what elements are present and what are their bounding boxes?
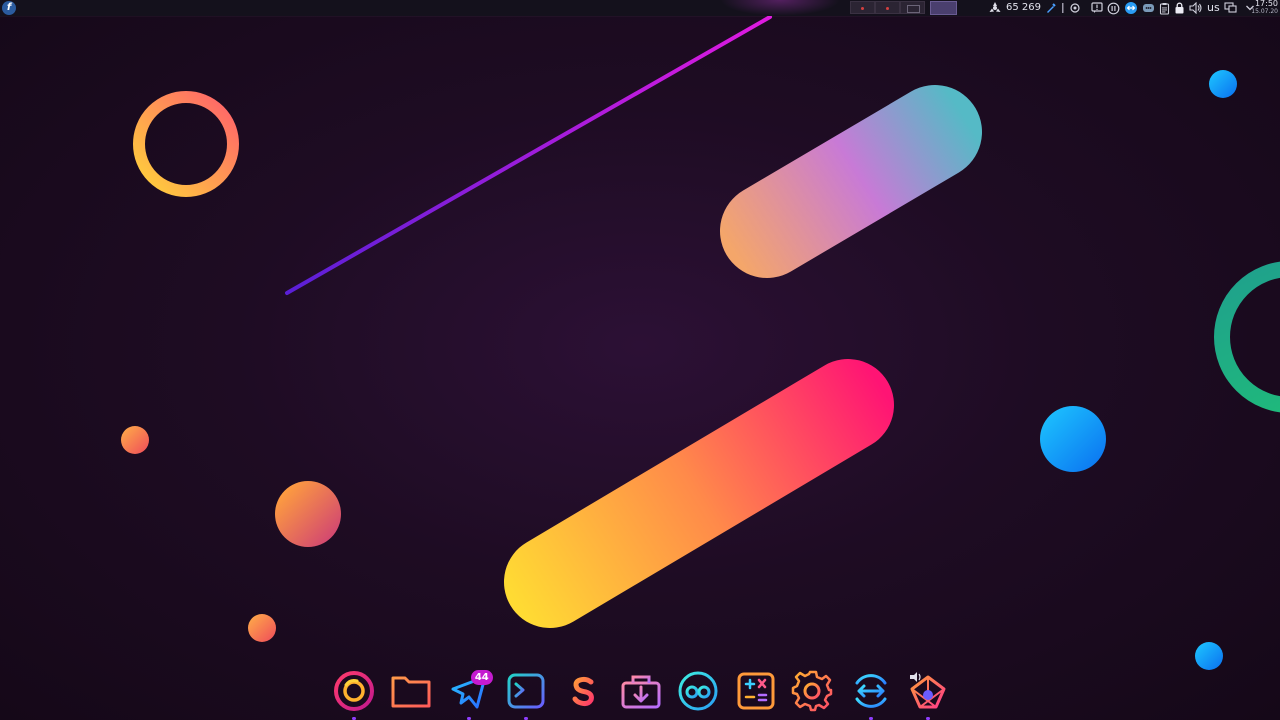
wallpaper-ring-green (1214, 261, 1280, 413)
pager-window-dot (861, 7, 864, 10)
wallpaper-pill-warm (504, 359, 894, 628)
pager-desktop-3[interactable] (900, 1, 925, 14)
remote-desktop-icon (855, 674, 887, 708)
pause-media-icon[interactable] (1107, 0, 1120, 16)
dock-item-s-app[interactable] (558, 664, 610, 720)
dock-item-calculator[interactable] (730, 664, 782, 720)
calculator-icon (737, 672, 775, 710)
wallpaper-ball-blue-large (1040, 406, 1106, 472)
fedora-launcher-icon[interactable]: f (2, 1, 16, 15)
clipboard-icon[interactable] (1159, 0, 1170, 16)
unread-badge: 44 (470, 670, 493, 685)
notification-icon[interactable] (1091, 0, 1103, 16)
wallpaper-ball-small-1 (121, 426, 149, 454)
panel-glow (720, 0, 840, 16)
pager-desktop-active[interactable] (930, 1, 957, 15)
firefox-icon (334, 671, 374, 711)
dock-item-firefox[interactable] (328, 664, 380, 720)
pager-desktop-1[interactable] (850, 1, 875, 14)
wallpaper-pill-pastel (720, 85, 982, 278)
desktop[interactable]: f 65 269 us 17:50 15.07.20 44 (0, 0, 1280, 720)
activity-monitor-icon[interactable] (988, 0, 1002, 16)
dock-item-qbittorrent[interactable] (672, 664, 724, 720)
wallpaper-ball-medium (275, 481, 341, 547)
volume-icon[interactable] (1189, 0, 1203, 16)
dock-item-settings[interactable] (787, 664, 839, 720)
clock-time: 17:50 (1254, 0, 1278, 8)
divider-icon (1061, 0, 1065, 16)
audio-app-icon (909, 672, 946, 709)
system-tray: 65 269 us (986, 0, 1257, 16)
wallpaper-ring-yellow (133, 91, 239, 197)
dock-item-terminal[interactable] (500, 664, 552, 720)
pager-desktop-2[interactable] (875, 1, 900, 14)
clock-date: 15.07.20 (1251, 8, 1278, 15)
activity-counter[interactable]: 65 269 (1006, 0, 1041, 16)
wallpaper (121, 15, 1280, 670)
network-sync-icon[interactable] (1124, 0, 1138, 16)
display-icon[interactable] (1224, 0, 1237, 16)
wallpaper-line (285, 15, 772, 295)
wallpaper-ball-blue-bottom (1195, 642, 1223, 670)
top-panel: f 65 269 us 17:50 15.07.20 (0, 0, 1280, 16)
lock-icon[interactable] (1174, 0, 1185, 16)
dock: 44 (326, 664, 956, 720)
settings-icon (791, 670, 833, 712)
pager-window-dot (886, 7, 889, 10)
wallpaper-ball-blue-top (1209, 70, 1237, 98)
dock-item-audio-app[interactable] (902, 664, 954, 720)
dock-item-messenger[interactable]: 44 (443, 664, 495, 720)
pager-window-thumb (907, 5, 920, 13)
dock-item-remote-desktop[interactable] (845, 664, 897, 720)
software-center-icon (621, 675, 661, 709)
files-icon (391, 676, 431, 708)
keyboard-layout-indicator[interactable]: us (1207, 0, 1220, 16)
wallpaper-ball-small-2 (248, 614, 276, 642)
terminal-icon (507, 673, 545, 709)
dock-item-files[interactable] (385, 664, 437, 720)
s-app-icon (572, 676, 594, 707)
clock[interactable]: 17:50 15.07.20 (1244, 0, 1278, 16)
color-picker-icon[interactable] (1045, 0, 1057, 16)
chat-tray-icon[interactable] (1142, 0, 1155, 16)
qbittorrent-icon (678, 671, 718, 711)
dock-item-software-center[interactable] (615, 664, 667, 720)
record-icon[interactable] (1069, 0, 1081, 16)
